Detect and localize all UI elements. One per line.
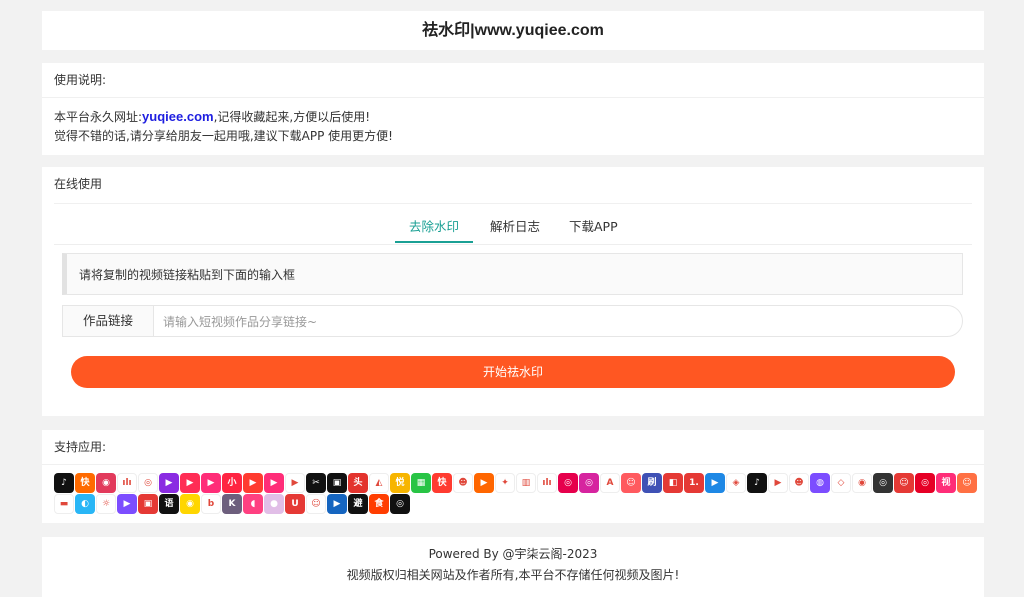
- app-icon-54: ◖: [243, 494, 263, 514]
- footer-copyright-notice: 视频版权归相关网站及作者所有,本平台不存储任何视频及图片!: [346, 568, 680, 582]
- usage-title: 使用说明:: [42, 63, 984, 98]
- start-remove-watermark-button[interactable]: 开始祛水印: [71, 356, 955, 388]
- kuaishou-icon: 快: [75, 473, 95, 493]
- app-icon-21: ▶: [474, 473, 494, 493]
- weibo-icon: ◎: [138, 473, 158, 493]
- app-icon-60: 食: [369, 494, 389, 514]
- app-icon-40: ◎: [873, 473, 893, 493]
- app-icon-11: ▶: [264, 473, 284, 493]
- kuaibao-icon: 快: [432, 473, 452, 493]
- online-use-card: 在线使用 去除水印 解析日志 下载APP 请将复制的视频链接粘贴到下面的输入框 …: [42, 167, 984, 416]
- app-icon-4: ılı: [117, 473, 137, 493]
- app-icon-56: U: [285, 494, 305, 514]
- usage-body: 本平台永久网址:yuqiee.com,记得收藏起来,方便以后使用! 觉得不错的话…: [42, 98, 984, 146]
- youtube-icon: ▶: [768, 473, 788, 493]
- tiktok-icon: ♪: [747, 473, 767, 493]
- footer-powered-by: Powered By @宇柒云阁-2023: [428, 547, 598, 561]
- usage-line-1: 本平台永久网址:yuqiee.com,记得收藏起来,方便以后使用!: [54, 107, 972, 127]
- tab-bar: 去除水印 解析日志 下载APP: [54, 203, 972, 245]
- app-icon-38: ◇: [831, 473, 851, 493]
- app-icon-46: ◐: [75, 494, 95, 514]
- app-icon-27: A: [600, 473, 620, 493]
- app-icon-45: ▬: [54, 494, 74, 514]
- usage-card: 使用说明: 本平台永久网址:yuqiee.com,记得收藏起来,方便以后使用! …: [42, 63, 984, 155]
- netease-music-icon: ◎: [915, 473, 935, 493]
- app-icon-52: b: [201, 494, 221, 514]
- video-link-input[interactable]: [155, 307, 955, 337]
- footer: Powered By @宇柒云阁-2023 视频版权归相关网站及作者所有,本平台…: [42, 537, 984, 597]
- app-icon-29: 刷: [642, 473, 662, 493]
- app-icon-37: ◍: [810, 473, 830, 493]
- app-icon-39: ◉: [852, 473, 872, 493]
- app-icon-58: ▶: [327, 494, 347, 514]
- supported-apps-title: 支持应用:: [42, 430, 984, 465]
- app-icon-18: ▦: [411, 473, 431, 493]
- app-icon-14: ▣: [327, 473, 347, 493]
- app-icon-25: ◎: [558, 473, 578, 493]
- tab-parse-log[interactable]: 解析日志: [490, 204, 540, 243]
- app-icon-49: ▣: [138, 494, 158, 514]
- app-icon-57: ☺: [306, 494, 326, 514]
- app-icon-17: 悦: [390, 473, 410, 493]
- app-icon-33: ◈: [726, 473, 746, 493]
- app-icon-8: ▶: [201, 473, 221, 493]
- usage-line-1-prefix: 本平台永久网址:: [54, 110, 143, 124]
- app-icon-28: ☺: [621, 473, 641, 493]
- app-icon-43: 视: [936, 473, 956, 493]
- link-field-label: 作品链接: [63, 306, 154, 336]
- tab-remove-watermark[interactable]: 去除水印: [395, 204, 474, 243]
- app-icon-48: ▶: [117, 494, 137, 514]
- app-icon-23: ▥: [516, 473, 536, 493]
- usage-line-2: 觉得不错的话,请分享给朋友一起用哦,建议下载APP 使用更方便!: [54, 129, 393, 143]
- instruction-tip: 请将复制的视频链接粘贴到下面的输入框: [62, 253, 963, 295]
- app-icon-41: ☺: [894, 473, 914, 493]
- app-icon-30: ◧: [663, 473, 683, 493]
- instagram-icon: ◎: [579, 473, 599, 493]
- app-icon-47: ☼: [96, 494, 116, 514]
- app-icon-6: ▶: [159, 473, 179, 493]
- xiaohongshu-icon: 小: [222, 473, 242, 493]
- app-icon-10: ▶: [243, 473, 263, 493]
- app-icon-51: ◉: [180, 494, 200, 514]
- app-icon-53: K: [222, 494, 242, 514]
- app-icon-44: ☺: [957, 473, 977, 493]
- toutiao-icon: 头: [348, 473, 368, 493]
- app-icon-61: ◎: [390, 494, 410, 514]
- domain-link[interactable]: yuqiee.com: [142, 109, 214, 124]
- app-icon-31: 1.: [684, 473, 704, 493]
- app-icon-50: 语: [159, 494, 179, 514]
- link-field: 作品链接: [62, 305, 963, 337]
- app-icon-59: 避: [348, 494, 368, 514]
- douyin-icon: ♪: [54, 473, 74, 493]
- site-title: 祛水印|www.yuqiee.com: [422, 22, 604, 39]
- app-icon-55: ●: [264, 494, 284, 514]
- app-icon-32: ▶: [705, 473, 725, 493]
- supported-apps-card: 支持应用: ♪ 快 ◉ ılı ◎ ▶ ▶ ▶ 小 ▶ ▶ ▶ ✂ ▣ 头 ◭ 悦 ▦ 快 ☻ ▶ ✦ ▥ ılı ◎ ◎ A ☺ 刷 ◧…: [42, 430, 984, 523]
- online-use-title: 在线使用: [54, 177, 103, 191]
- site-header: 祛水印|www.yuqiee.com: [42, 11, 984, 50]
- app-icon-3: ◉: [96, 473, 116, 493]
- app-icon-7: ▶: [180, 473, 200, 493]
- tab-download-app[interactable]: 下载APP: [569, 204, 618, 243]
- app-icon-20: ☻: [453, 473, 473, 493]
- capcut-icon: ✂: [306, 473, 326, 493]
- app-icon-16: ◭: [369, 473, 389, 493]
- app-icon-12: ▶: [285, 473, 305, 493]
- app-icon-grid: ♪ 快 ◉ ılı ◎ ▶ ▶ ▶ 小 ▶ ▶ ▶ ✂ ▣ 头 ◭ 悦 ▦ 快 ☻ ▶ ✦ ▥ ılı ◎ ◎ A ☺ 刷 ◧ 1. ▶ ◈ ♪ ▶…: [54, 473, 979, 515]
- app-icon-24: ılı: [537, 473, 557, 493]
- twitter-icon: ✦: [495, 473, 515, 493]
- app-icon-36: ☻: [789, 473, 809, 493]
- usage-line-1-suffix: ,记得收藏起来,方便以后使用!: [213, 110, 371, 124]
